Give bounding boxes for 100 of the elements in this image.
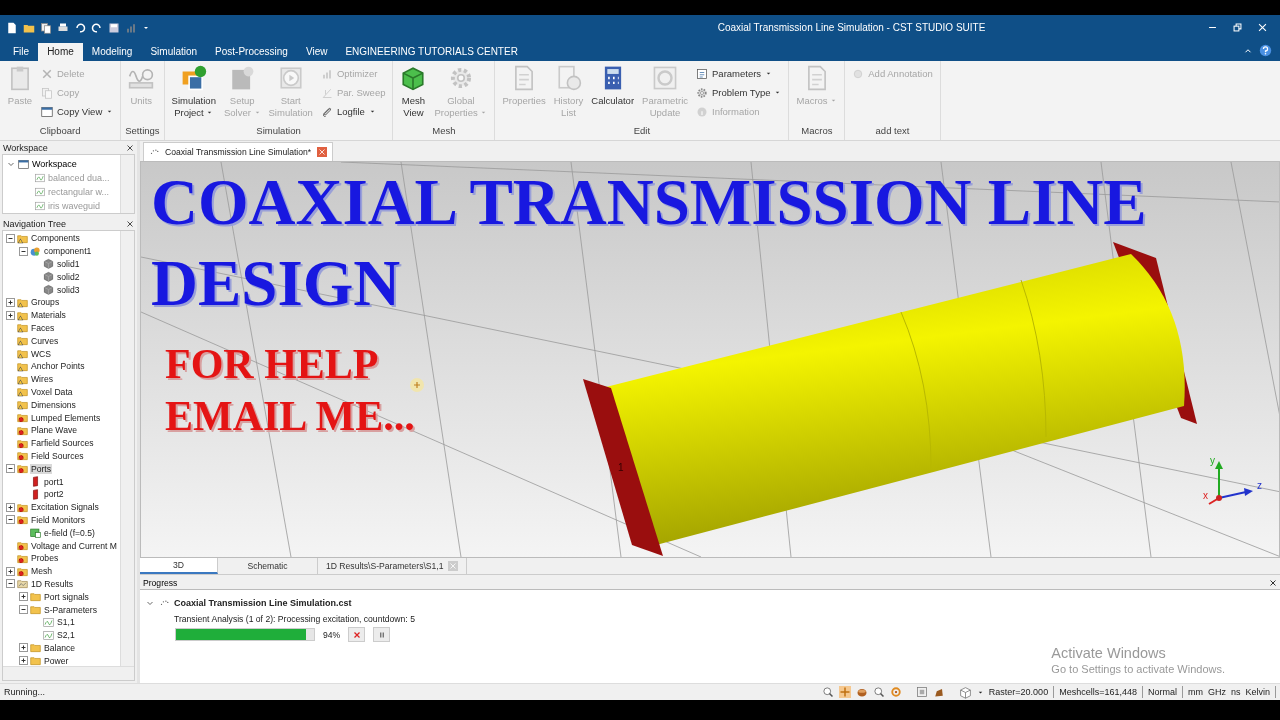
close-icon[interactable] [126,219,134,228]
folder-alert-icon [17,232,28,244]
3d-viewport[interactable]: COAXIAL TRANSMISSION LINE DESIGN FOR HELP EMAIL ME... 1 y z x [140,161,1280,558]
status-text: Running... [4,687,46,697]
zoom-icon[interactable] [821,686,834,698]
tree-item[interactable]: Groups [30,297,61,308]
ribbon-button[interactable]: Problem Type [693,84,785,101]
tree-item[interactable]: Mesh [30,566,53,577]
ribbon-tab[interactable]: File [4,43,39,61]
editor-tab[interactable]: 3D [140,558,218,574]
tree-item[interactable]: Curves [30,335,60,346]
spinner-icon [159,598,169,608]
copy-icon[interactable] [40,21,52,34]
folder-gear-icon [17,437,28,449]
tree-item[interactable]: port2 [43,489,65,500]
tree-item[interactable]: Materials [30,310,67,321]
tree-item[interactable]: e-field (f=0.5) [43,527,96,538]
expand-box-icon[interactable] [6,566,15,576]
tree-item[interactable]: Voltage and Current M [30,540,118,551]
tree-item[interactable]: WCS [30,348,53,359]
expand-box-icon[interactable] [19,656,28,666]
expand-box-icon[interactable] [6,297,15,307]
tree-item[interactable]: port1 [43,476,65,487]
editor-tab[interactable]: Schematic [218,558,318,574]
expand-box-icon[interactable] [19,643,28,653]
ribbon-tab[interactable]: Post-Processing [206,43,297,61]
tree-item[interactable]: S2,1 [56,630,76,641]
expand-box-icon[interactable] [6,310,15,320]
stop-button[interactable] [348,627,366,642]
undo-icon[interactable] [74,21,86,34]
collapse-box-icon[interactable] [6,464,15,474]
print-icon[interactable] [57,21,69,34]
tree-item[interactable]: Wires [30,374,54,385]
tree-item[interactable]: Balance [43,642,77,653]
tree-item[interactable]: solid1 [56,259,81,269]
ribbon-button[interactable]: Simulation Project [168,65,219,125]
tree-item[interactable]: Farfield Sources [30,438,95,449]
restore-icon[interactable] [1232,22,1243,33]
tree-item[interactable]: Voxel Data [30,386,74,397]
new-file-icon[interactable] [6,21,18,34]
save-icon[interactable] [108,21,120,34]
editor-tab[interactable]: 1D Results\S-Parameters\S1,1 [318,558,467,574]
zoom-icon[interactable] [872,686,885,698]
folder-gear-icon [17,412,28,424]
ribbon-button[interactable]: Mesh View [397,65,430,125]
redo-icon[interactable] [91,21,103,34]
fit-icon[interactable] [915,686,928,698]
axis-label: z [1257,480,1262,491]
expand-box-icon[interactable] [19,592,28,602]
pan-icon[interactable] [838,686,851,698]
tree-item[interactable]: Field Monitors [30,514,86,525]
ribbon-tab[interactable]: View [296,43,337,61]
tree-item[interactable]: Plane Wave [30,425,78,436]
close-icon[interactable] [1269,579,1277,587]
tree-item[interactable]: Field Sources [30,450,85,461]
tree-item[interactable]: Dimensions [30,399,77,410]
collapse-box-icon[interactable] [6,233,15,243]
tree-item[interactable]: Port signals [43,591,90,602]
tree-item[interactable]: Faces [30,322,56,333]
tree-item[interactable]: solid3 [56,284,81,295]
ribbon-button[interactable]: Logfile [317,103,389,120]
tree-item[interactable]: S1,1 [56,617,76,628]
scrollbar[interactable] [3,666,134,680]
ribbon-tab[interactable]: Simulation [141,43,207,61]
target-icon[interactable] [889,686,902,698]
document-tab[interactable]: Coaxial Transmission Line Simulation* [143,142,334,161]
tree-item[interactable]: component1 [43,246,93,257]
tree-item[interactable]: Anchor Points [30,361,86,372]
tree-item[interactable]: solid2 [56,271,81,282]
expand-box-icon[interactable] [6,502,15,512]
ribbon-button[interactable]: Copy View [38,103,117,120]
panel-title: Progress [143,578,178,588]
tree-item[interactable]: S-Parameters [43,604,98,615]
tree-item[interactable]: Power [43,655,70,666]
tree-item[interactable]: Probes [30,553,60,564]
close-icon[interactable] [126,143,134,152]
component-icon [30,245,41,257]
tree-item[interactable]: Excitation Signals [30,502,100,513]
ribbon-button[interactable]: Calculator [588,65,638,125]
tree-item[interactable]: Ports [30,463,53,474]
pause-button[interactable] [373,627,391,642]
collapse-box-icon[interactable] [6,579,15,589]
collapse-box-icon[interactable] [19,246,28,256]
collapse-box-icon[interactable] [6,515,15,525]
tree-item[interactable]: 1D Results [30,578,75,589]
ribbon-button[interactable]: Parameters [693,65,785,82]
tree-item[interactable]: Workspace [32,159,77,169]
coaxial-cylinder-drawing[interactable] [583,242,1197,556]
scrollbar[interactable] [120,155,134,213]
ribbon-tab[interactable]: Modeling [82,43,142,61]
tree-item[interactable]: Components [30,233,81,244]
curve-icon [35,173,45,183]
help-icon[interactable] [1259,44,1272,57]
ribbon-tab[interactable]: ENGINEERING TUTORIALS CENTER [336,43,527,61]
scrollbar[interactable] [120,231,134,666]
ribbon-tab[interactable]: Home [38,43,83,61]
collapse-box-icon[interactable] [19,605,28,614]
view-cube-icon[interactable] [958,685,972,699]
rotate-icon[interactable] [855,686,868,698]
tree-item[interactable]: Lumped Elements [30,412,102,423]
